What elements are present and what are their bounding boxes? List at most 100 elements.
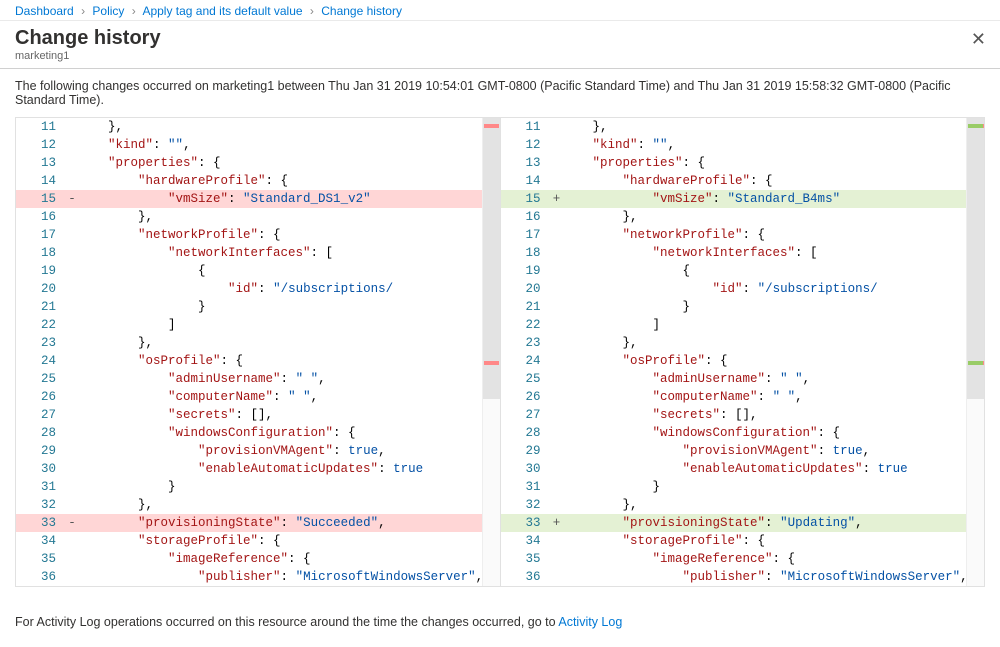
line-number: 13 [501, 154, 551, 172]
diff-marker [66, 424, 78, 442]
diff-marker [66, 262, 78, 280]
code-line: 31 } [501, 478, 985, 496]
breadcrumb-policy[interactable]: Policy [92, 4, 124, 18]
code-content: "windowsConfiguration": { [78, 424, 500, 442]
code-line: 27 "secrets": [], [16, 406, 500, 424]
line-number: 27 [501, 406, 551, 424]
code-content: { [563, 262, 985, 280]
breadcrumb: Dashboard › Policy › Apply tag and its d… [0, 0, 1000, 21]
code-line: 28 "windowsConfiguration": { [501, 424, 985, 442]
minimap-marker [484, 124, 499, 128]
code-line: 17 "networkProfile": { [16, 226, 500, 244]
code-line: 23 }, [501, 334, 985, 352]
line-number: 32 [16, 496, 66, 514]
diff-marker: - [66, 190, 78, 208]
code-content: { [78, 262, 500, 280]
diff-marker: - [66, 514, 78, 532]
line-number: 31 [16, 478, 66, 496]
code-content: }, [78, 208, 500, 226]
minimap-left[interactable] [482, 118, 500, 586]
code-content: "provisioningState": "Succeeded", [78, 514, 500, 532]
diff-marker [551, 406, 563, 424]
line-number: 34 [16, 532, 66, 550]
diff-marker [551, 442, 563, 460]
line-number: 19 [16, 262, 66, 280]
close-icon[interactable]: ✕ [971, 29, 986, 50]
breadcrumb-dashboard[interactable]: Dashboard [15, 4, 74, 18]
breadcrumb-sep: › [132, 4, 136, 18]
code-line: 25 "adminUsername": " ", [501, 370, 985, 388]
diff-marker [551, 172, 563, 190]
footer-text: For Activity Log operations occurred on … [15, 615, 558, 629]
diff-marker [66, 316, 78, 334]
code-content: "computerName": " ", [78, 388, 500, 406]
diff-marker [66, 442, 78, 460]
activity-log-link[interactable]: Activity Log [558, 615, 622, 629]
diff-marker [551, 352, 563, 370]
breadcrumb-apply-tag[interactable]: Apply tag and its default value [142, 4, 302, 18]
diff-marker: + [551, 190, 563, 208]
diff-marker [66, 118, 78, 136]
minimap-marker [968, 124, 983, 128]
diff-marker [551, 496, 563, 514]
line-number: 17 [16, 226, 66, 244]
line-number: 24 [16, 352, 66, 370]
code-line: 22 ] [16, 316, 500, 334]
line-number: 16 [16, 208, 66, 226]
code-content: "adminUsername": " ", [78, 370, 500, 388]
breadcrumb-sep: › [310, 4, 314, 18]
diff-marker [66, 136, 78, 154]
diff-pane-right[interactable]: 11 },12 "kind": "",13 "properties": {14 … [501, 118, 985, 586]
code-line: 28 "windowsConfiguration": { [16, 424, 500, 442]
diff-pane-left[interactable]: 11 },12 "kind": "",13 "properties": {14 … [16, 118, 501, 586]
code-line: 15- "vmSize": "Standard_DS1_v2" [16, 190, 500, 208]
line-number: 13 [16, 154, 66, 172]
diff-marker [66, 478, 78, 496]
minimap-marker [484, 361, 499, 365]
code-line: 13 "properties": { [16, 154, 500, 172]
code-line: 27 "secrets": [], [501, 406, 985, 424]
code-content: "osProfile": { [563, 352, 985, 370]
line-number: 20 [16, 280, 66, 298]
code-line: 22 ] [501, 316, 985, 334]
code-line: 29 "provisionVMAgent": true, [501, 442, 985, 460]
line-number: 25 [501, 370, 551, 388]
diff-marker [66, 532, 78, 550]
code-content: }, [78, 496, 500, 514]
line-number: 28 [501, 424, 551, 442]
code-content: } [78, 298, 500, 316]
line-number: 18 [16, 244, 66, 262]
diff-marker [551, 388, 563, 406]
diff-marker [66, 226, 78, 244]
diff-marker [66, 298, 78, 316]
diff-marker [66, 496, 78, 514]
line-number: 34 [501, 532, 551, 550]
diff-marker [551, 280, 563, 298]
line-number: 26 [501, 388, 551, 406]
line-number: 29 [16, 442, 66, 460]
diff-marker [551, 226, 563, 244]
diff-viewer: 11 },12 "kind": "",13 "properties": {14 … [15, 117, 985, 587]
minimap-viewport[interactable] [967, 118, 984, 399]
code-content: "networkInterfaces": [ [563, 244, 985, 262]
diff-marker [66, 280, 78, 298]
code-content: "storageProfile": { [78, 532, 500, 550]
line-number: 25 [16, 370, 66, 388]
minimap-viewport[interactable] [483, 118, 500, 399]
diff-marker [66, 334, 78, 352]
line-number: 31 [501, 478, 551, 496]
code-line: 32 }, [16, 496, 500, 514]
code-line: 14 "hardwareProfile": { [16, 172, 500, 190]
code-content: "adminUsername": " ", [563, 370, 985, 388]
minimap-right[interactable] [966, 118, 984, 586]
line-number: 33 [16, 514, 66, 532]
code-content: ] [78, 316, 500, 334]
minimap-marker [983, 361, 984, 365]
code-content: "osProfile": { [78, 352, 500, 370]
code-content: "networkInterfaces": [ [78, 244, 500, 262]
code-content: "provisionVMAgent": true, [563, 442, 985, 460]
code-content: } [78, 478, 500, 496]
line-number: 11 [501, 118, 551, 136]
minimap-marker [968, 361, 983, 365]
line-number: 27 [16, 406, 66, 424]
